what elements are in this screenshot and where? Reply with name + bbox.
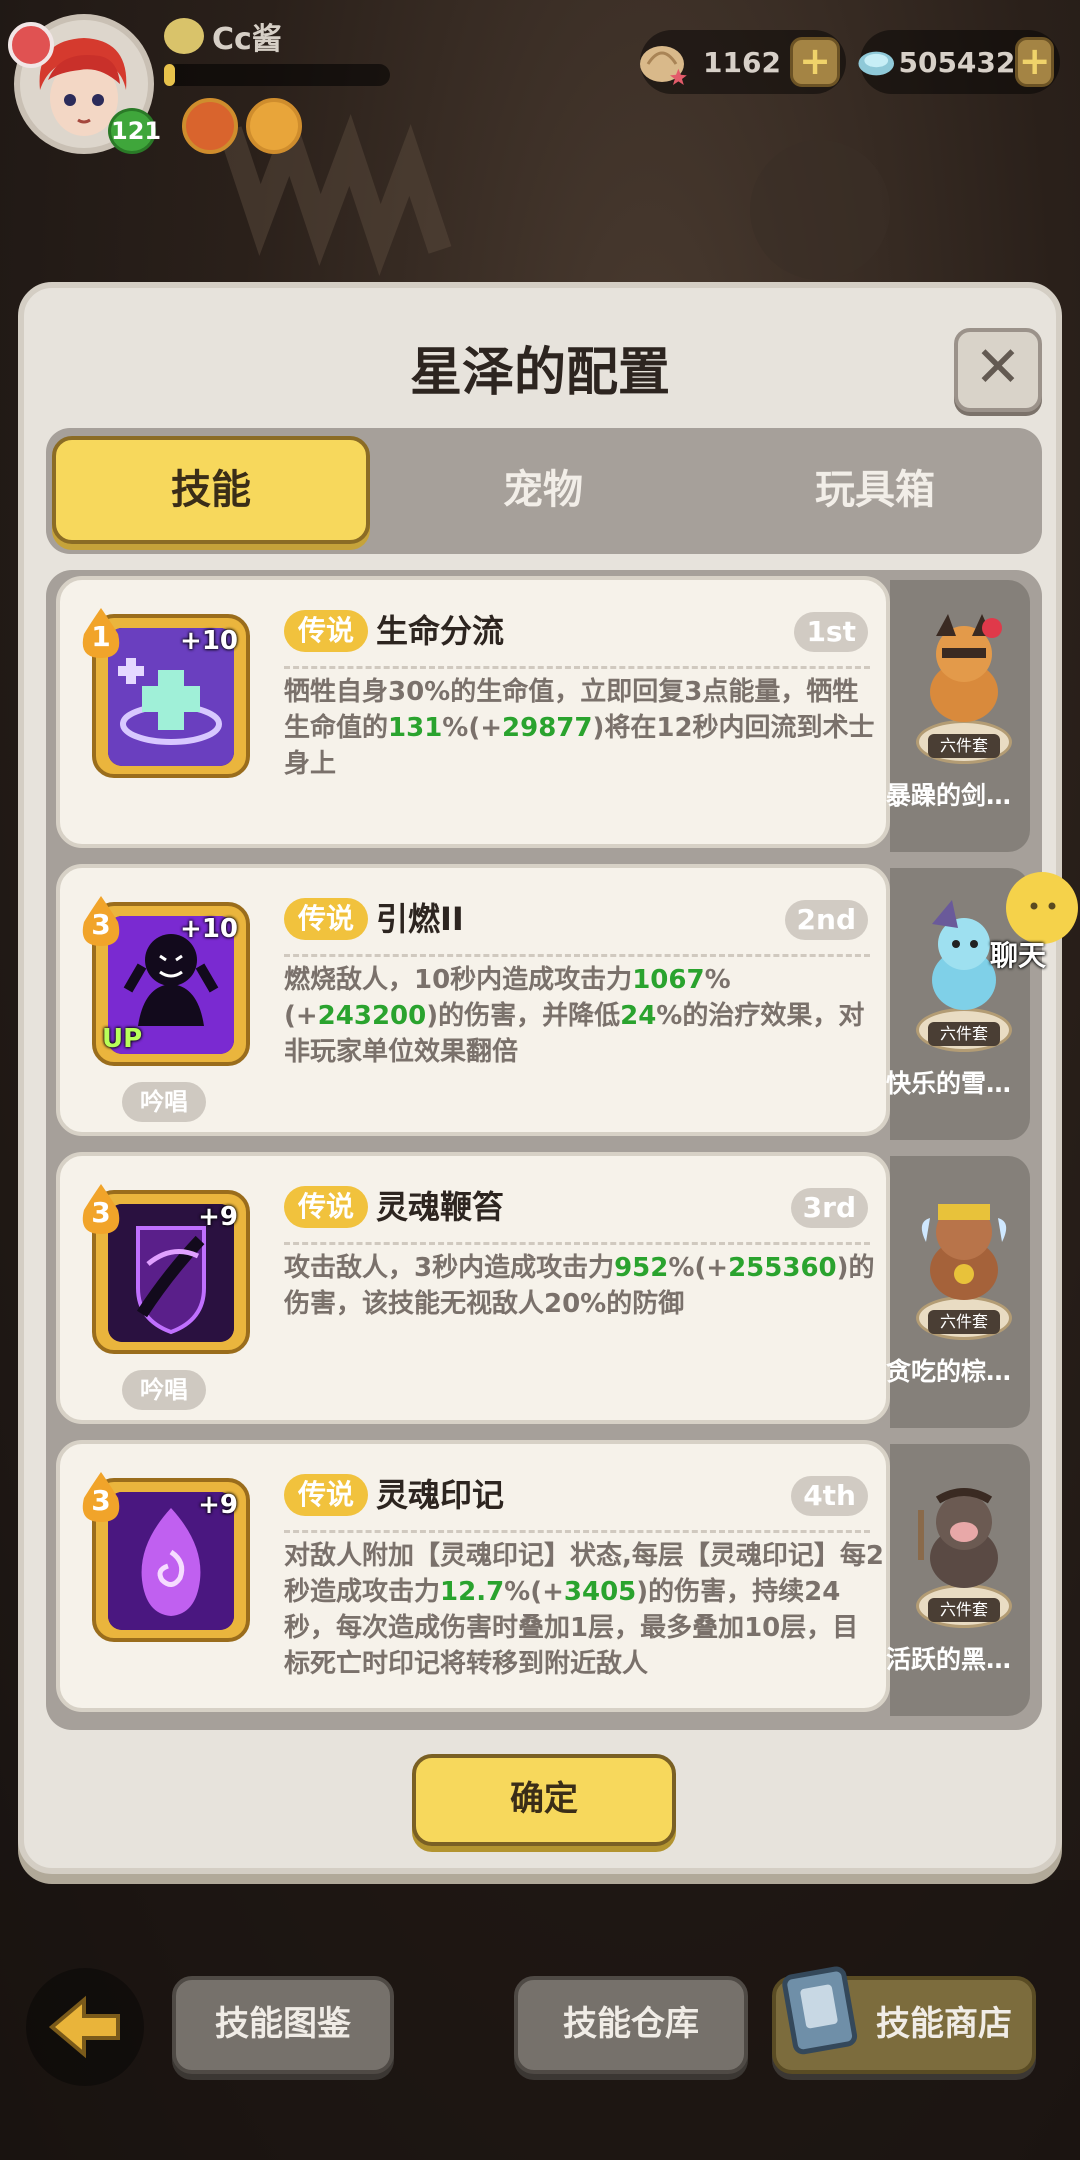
skill-plus-level: +10: [180, 914, 238, 944]
panel-title: 星泽的配置: [409, 343, 670, 403]
toy-set-tag: 六件套: [928, 1022, 1000, 1046]
crystal-amount: 505432: [898, 45, 1016, 79]
tab-bar: 技能 宠物 玩具箱: [46, 428, 1042, 554]
chant-tag: 吟唱: [122, 1370, 206, 1410]
skill-card[interactable]: +10 UP 3 吟唱 传说 引燃II 2nd 燃烧敌人，10秒内造成攻击力10…: [56, 864, 890, 1136]
rarity-tag: 传说: [284, 898, 369, 940]
skill-rank: 3: [91, 1484, 111, 1517]
skill-order: 4th: [791, 1476, 868, 1516]
skill-rank: 3: [91, 1196, 111, 1229]
skill-order: 2nd: [784, 900, 868, 940]
player-level-badge: 121: [108, 108, 161, 154]
divider: [284, 954, 870, 957]
toy-card[interactable]: 六件套 活跃的黑…: [886, 1444, 1030, 1716]
toy-figure-icon: [921, 1204, 1007, 1300]
toy-figure-icon: [918, 1488, 998, 1588]
toy-card[interactable]: 六件套 暴躁的剑…: [886, 580, 1030, 852]
back-arrow-icon: [48, 1995, 120, 2059]
confirm-button[interactable]: 确定: [412, 1754, 676, 1846]
skill-plus-level: +9: [198, 1490, 238, 1520]
config-panel: 星泽的配置 ✕ 技能 宠物 玩具箱 +10 1 传说 生命分流 1st 牺牲自身…: [18, 282, 1062, 1874]
crystal-currency: 505432 +: [858, 30, 1060, 94]
rank-flame-icon: 3: [78, 1470, 124, 1524]
skill-name: 生命分流: [376, 612, 505, 650]
tab-pets[interactable]: 宠物: [384, 436, 702, 544]
skill-name: 引燃II: [376, 900, 464, 938]
toy-set-tag: 六件套: [928, 1598, 1000, 1622]
upgrade-badge: UP: [102, 1024, 143, 1054]
player-name-row: Cc酱: [164, 14, 282, 58]
chat-label[interactable]: 聊天: [990, 934, 1046, 974]
skill-description: 燃烧敌人，10秒内造成攻击力1067%(+243200)的伤害，并降低24%的治…: [284, 965, 865, 1067]
skill-card[interactable]: +10 1 传说 生命分流 1st 牺牲自身30%的生命值，立即回复3点能量，牺…: [56, 576, 890, 848]
skill-description: 牺牲自身30%的生命值，立即回复3点能量，牺牲生命值的131%(+29877)将…: [284, 677, 875, 779]
skill-shop-label: 技能商店: [876, 2004, 1012, 2044]
guild-badge-icon: [8, 22, 54, 68]
medal-icon[interactable]: [246, 98, 302, 154]
skill-name: 灵魂鞭笞: [376, 1188, 505, 1226]
toy-figure-icon: [930, 614, 1002, 722]
divider: [284, 666, 870, 669]
tab-skills[interactable]: 技能: [52, 436, 370, 544]
divider: [284, 1530, 870, 1533]
exp-bar: [164, 64, 390, 86]
skill-order: 1st: [794, 612, 868, 652]
medal-icon[interactable]: [182, 98, 238, 154]
skill-description: 对敌人附加【灵魂印记】状态,每层【灵魂印记】每2秒造成攻击力12.7%(+340…: [284, 1541, 884, 1679]
skill-plus-level: +10: [180, 626, 238, 656]
skill-name: 灵魂印记: [376, 1476, 505, 1514]
skill-plus-level: +9: [198, 1202, 238, 1232]
chant-tag: 吟唱: [122, 1082, 206, 1122]
title-emblem-icon: [164, 18, 204, 54]
toy-set-tag: 六件套: [928, 1310, 1000, 1334]
crystal-icon: [858, 51, 895, 76]
divider: [284, 1242, 870, 1245]
toy-name: 暴躁的剑…: [886, 781, 1012, 810]
player-name: Cc酱: [212, 22, 282, 57]
toy-set-tag: 六件套: [928, 734, 1000, 758]
skill-order: 3rd: [790, 1188, 868, 1228]
skill-card[interactable]: +9 3 传说 灵魂印记 4th 对敌人附加【灵魂印记】状态,每层【灵魂印记】每…: [56, 1440, 890, 1712]
shell-currency: 1162 +: [640, 30, 846, 94]
toy-name: 快乐的雪…: [886, 1069, 1012, 1098]
tab-toybox[interactable]: 玩具箱: [716, 436, 1034, 544]
skill-rank: 3: [91, 908, 111, 941]
add-shell-button[interactable]: +: [790, 37, 840, 87]
rank-flame-icon: 3: [78, 1182, 124, 1236]
add-crystal-button[interactable]: +: [1015, 37, 1054, 87]
rarity-tag: 传说: [284, 1474, 369, 1516]
rank-flame-icon: 1: [78, 606, 124, 660]
skill-codex-button[interactable]: 技能图鉴: [172, 1976, 394, 2074]
shell-amount: 1162: [703, 45, 781, 79]
shop-book-icon: [782, 1966, 858, 2055]
toy-name: 贪吃的棕…: [886, 1357, 1012, 1386]
skill-list: +10 1 传说 生命分流 1st 牺牲自身30%的生命值，立即回复3点能量，牺…: [46, 570, 1042, 1730]
shell-icon: [640, 46, 687, 85]
skill-card[interactable]: +9 3 吟唱 传说 灵魂鞭笞 3rd 攻击敌人，3秒内造成攻击力952%(+2…: [56, 1152, 890, 1424]
exp-bar-fill: [164, 64, 176, 86]
skill-storage-button[interactable]: 技能仓库: [514, 1976, 748, 2074]
skill-rank: 1: [91, 620, 111, 653]
back-button[interactable]: [26, 1968, 144, 2086]
rarity-tag: 传说: [284, 610, 369, 652]
rarity-tag: 传说: [284, 1186, 369, 1228]
skill-description: 攻击敌人，3秒内造成攻击力952%(+255360)的伤害，该技能无视敌人20%…: [284, 1253, 875, 1319]
toy-card[interactable]: 六件套 贪吃的棕…: [886, 1156, 1030, 1428]
rank-flame-icon: 3: [78, 894, 124, 948]
close-button[interactable]: ✕: [954, 328, 1042, 412]
toy-name: 活跃的黑…: [886, 1645, 1012, 1674]
